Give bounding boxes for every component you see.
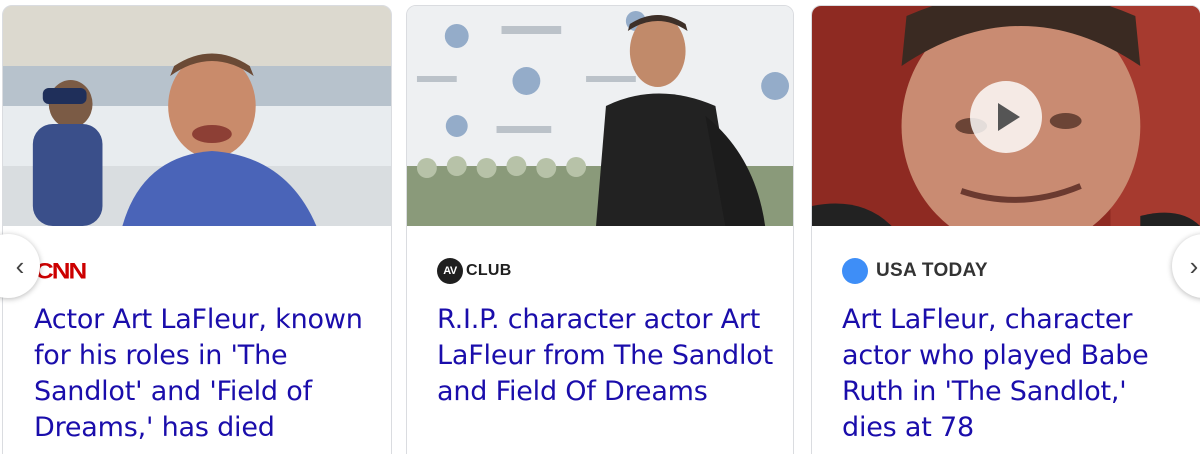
article-thumbnail[interactable] <box>812 6 1200 226</box>
article-headline[interactable]: Actor Art LaFleur, known for his roles i… <box>34 302 374 446</box>
news-card[interactable]: CNN Actor Art LaFleur, known for his rol… <box>2 5 392 454</box>
play-icon <box>998 103 1020 131</box>
source-logo: CNN <box>35 256 87 286</box>
article-headline[interactable]: R.I.P. character actor Art LaFleur from … <box>437 302 777 410</box>
source-logo: USA TODAY <box>842 256 988 286</box>
chevron-right-icon: › <box>1189 250 1199 281</box>
news-card[interactable]: USA TODAY Art LaFleur, character actor w… <box>811 5 1200 454</box>
news-card[interactable]: AV CLUB R.I.P. character actor Art LaFle… <box>406 5 794 454</box>
source-name: CLUB <box>466 262 512 279</box>
usa-today-dot-icon <box>842 258 868 284</box>
article-thumbnail[interactable] <box>407 6 793 226</box>
chevron-left-icon: ‹ <box>15 250 25 281</box>
cnn-logo: CNN <box>35 257 87 284</box>
source-logo: AV CLUB <box>437 256 512 286</box>
article-headline[interactable]: Art LaFleur, character actor who played … <box>842 302 1182 446</box>
news-carousel: CNN Actor Art LaFleur, known for his rol… <box>0 0 1200 454</box>
source-name: USA TODAY <box>876 260 988 281</box>
av-club-badge: AV <box>437 258 463 284</box>
play-video-button[interactable] <box>970 81 1042 153</box>
article-thumbnail[interactable] <box>3 6 391 226</box>
